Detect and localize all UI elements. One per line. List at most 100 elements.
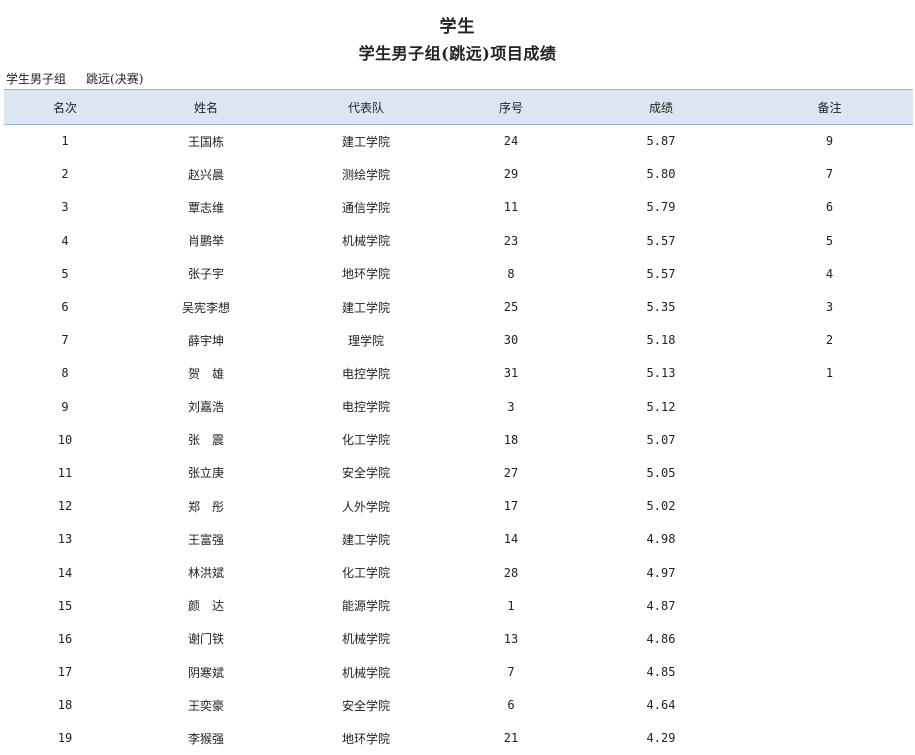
cell-team: 建工学院 <box>286 523 446 556</box>
table-row: 16谢门铁机械学院134.86 <box>4 622 913 655</box>
cell-note <box>746 490 913 523</box>
cell-note <box>746 523 913 556</box>
cell-score: 5.13 <box>576 357 746 390</box>
cell-team: 机械学院 <box>286 224 446 257</box>
cell-rank: 17 <box>4 656 126 689</box>
column-header-note: 备注 <box>746 90 913 125</box>
cell-seq: 18 <box>446 423 576 456</box>
cell-name: 张子宇 <box>126 257 286 290</box>
cell-team: 化工学院 <box>286 556 446 589</box>
cell-score: 5.87 <box>576 125 746 158</box>
table-row: 10张 震化工学院185.07 <box>4 423 913 456</box>
cell-score: 5.18 <box>576 324 746 357</box>
cell-note <box>746 556 913 589</box>
cell-score: 4.98 <box>576 523 746 556</box>
cell-seq: 11 <box>446 191 576 224</box>
table-row: 3覃志维通信学院115.796 <box>4 191 913 224</box>
event-label: 跳远(决赛) <box>86 70 143 87</box>
cell-score: 4.97 <box>576 556 746 589</box>
table-row: 18王奕豪安全学院64.64 <box>4 689 913 722</box>
cell-note <box>746 589 913 622</box>
cell-name: 赵兴晨 <box>126 158 286 191</box>
cell-rank: 6 <box>4 290 126 323</box>
cell-rank: 15 <box>4 589 126 622</box>
cell-name: 阴寒斌 <box>126 656 286 689</box>
table-header-row: 名次 姓名 代表队 序号 成绩 备注 <box>4 90 913 125</box>
cell-rank: 12 <box>4 490 126 523</box>
cell-team: 地环学院 <box>286 722 446 755</box>
cell-team: 化工学院 <box>286 423 446 456</box>
cell-name: 郑 彤 <box>126 490 286 523</box>
cell-name: 覃志维 <box>126 191 286 224</box>
cell-name: 张 震 <box>126 423 286 456</box>
cell-seq: 30 <box>446 324 576 357</box>
table-body: 1王国栋建工学院 2 4 5.87 9 2赵兴晨测绘学院295.8073覃志维通信学院11… <box>4 125 913 755</box>
cell-score: 5.07 <box>576 423 746 456</box>
cell-seq: 23 <box>446 224 576 257</box>
table-row: 12郑 彤人外学院175.02 <box>4 490 913 523</box>
cell-note <box>746 390 913 423</box>
cell-seq: 8 <box>446 257 576 290</box>
cell-name: 颜 达 <box>126 589 286 622</box>
cell-name: 薛宇坤 <box>126 324 286 357</box>
cell-rank: 3 <box>4 191 126 224</box>
cell-team: 人外学院 <box>286 490 446 523</box>
column-header-rank: 名次 <box>4 90 126 125</box>
cell-rank: 1 <box>4 125 126 158</box>
cell-note <box>746 622 913 655</box>
cell-team: 安全学院 <box>286 456 446 489</box>
cell-name: 王国栋 <box>126 125 286 158</box>
cell-seq: 17 <box>446 490 576 523</box>
cell-seq: 29 <box>446 158 576 191</box>
cell-note: 6 <box>746 191 913 224</box>
cell-score: 5.57 <box>576 257 746 290</box>
cell-rank: 9 <box>4 390 126 423</box>
cell-score: 5.80 <box>576 158 746 191</box>
cell-team: 电控学院 <box>286 357 446 390</box>
cell-rank: 11 <box>4 456 126 489</box>
table-row: 17阴寒斌机械学院74.85 <box>4 656 913 689</box>
page-subtitle: 学生男子组(跳远)项目成绩 <box>0 40 915 64</box>
page-title: 学生 <box>0 12 915 37</box>
cell-score: 4.64 <box>576 689 746 722</box>
cell-team: 能源学院 <box>286 589 446 622</box>
cell-team: 地环学院 <box>286 257 446 290</box>
cell-team: 测绘学院 <box>286 158 446 191</box>
cell-score: 4.85 <box>576 656 746 689</box>
table-row: 14林洪斌化工学院284.97 <box>4 556 913 589</box>
cell-team: 电控学院 <box>286 390 446 423</box>
table-row: 9刘嘉浩电控学院35.12 <box>4 390 913 423</box>
results-table-container: 名次 姓名 代表队 序号 成绩 备注 1王国栋建工学院 2 4 5.87 9 2赵兴晨测绘… <box>4 89 913 755</box>
cell-seq: 31 <box>446 357 576 390</box>
cell-score: 5.12 <box>576 390 746 423</box>
cell-seq: 13 <box>446 622 576 655</box>
cell-name: 王富强 <box>126 523 286 556</box>
cell-note <box>746 456 913 489</box>
column-header-team: 代表队 <box>286 90 446 125</box>
group-label: 学生男子组 <box>6 70 66 87</box>
table-row: 19李猴强地环学院214.29 <box>4 722 913 755</box>
cell-seq: 3 <box>446 390 576 423</box>
cell-score: 4.86 <box>576 622 746 655</box>
cell-rank: 10 <box>4 423 126 456</box>
column-header-seq: 序号 <box>446 90 576 125</box>
cell-score: 5.35 <box>576 290 746 323</box>
column-header-score: 成绩 <box>576 90 746 125</box>
cell-name: 肖鹏举 <box>126 224 286 257</box>
cell-seq: 7 <box>446 656 576 689</box>
cell-name: 王奕豪 <box>126 689 286 722</box>
table-row: 6吴宪李想建工学院255.353 <box>4 290 913 323</box>
cell-team: 理学院 <box>286 324 446 357</box>
cell-rank: 4 <box>4 224 126 257</box>
cell-note <box>746 722 913 755</box>
cell-rank: 18 <box>4 689 126 722</box>
cell-name: 林洪斌 <box>126 556 286 589</box>
table-row: 8贺 雄电控学院315.131 <box>4 357 913 390</box>
cell-seq: 14 <box>446 523 576 556</box>
table-row: 2赵兴晨测绘学院295.807 <box>4 158 913 191</box>
cell-seq: 6 <box>446 689 576 722</box>
results-table: 名次 姓名 代表队 序号 成绩 备注 1王国栋建工学院 2 4 5.87 9 2赵兴晨测绘… <box>4 89 913 755</box>
cell-note: 3 <box>746 290 913 323</box>
cell-note: 2 <box>746 324 913 357</box>
event-info: 学生男子组 跳远(决赛) <box>6 70 143 87</box>
